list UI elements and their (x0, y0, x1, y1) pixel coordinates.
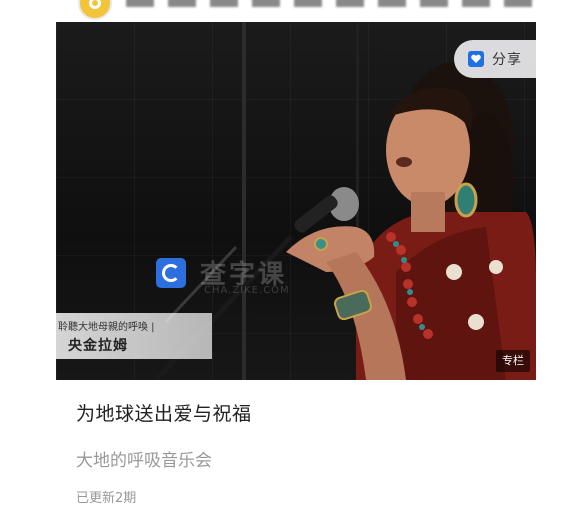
caption-subtitle: 聆聽大地母親的呼喚 | (58, 322, 155, 333)
share-button[interactable]: 分享 (454, 40, 536, 78)
watermark-subtext: CHA.ZIKE.COM (204, 285, 290, 296)
share-label: 分享 (492, 52, 522, 68)
video-card[interactable]: 分享 查字课 CHA.ZIKE.COM 聆聽大地母親的呼喚 | 央金拉姆 专栏 (56, 22, 536, 380)
lower-third-caption: 聆聽大地母親的呼喚 | 央金拉姆 (56, 313, 212, 359)
header-title-cutoff (126, 0, 536, 7)
share-icon (468, 51, 484, 67)
top-header-strip (56, 0, 536, 22)
article-title[interactable]: 为地球送出爱与祝福 (76, 399, 252, 426)
update-status: 已更新2期 (76, 491, 137, 506)
channel-logo-icon[interactable] (78, 0, 112, 20)
watermark-logo-icon (156, 257, 186, 288)
caption-performer-name: 央金拉姆 (68, 338, 128, 354)
column-badge: 专栏 (496, 350, 530, 372)
article-subtitle: 大地的呼吸音乐会 (76, 451, 212, 471)
